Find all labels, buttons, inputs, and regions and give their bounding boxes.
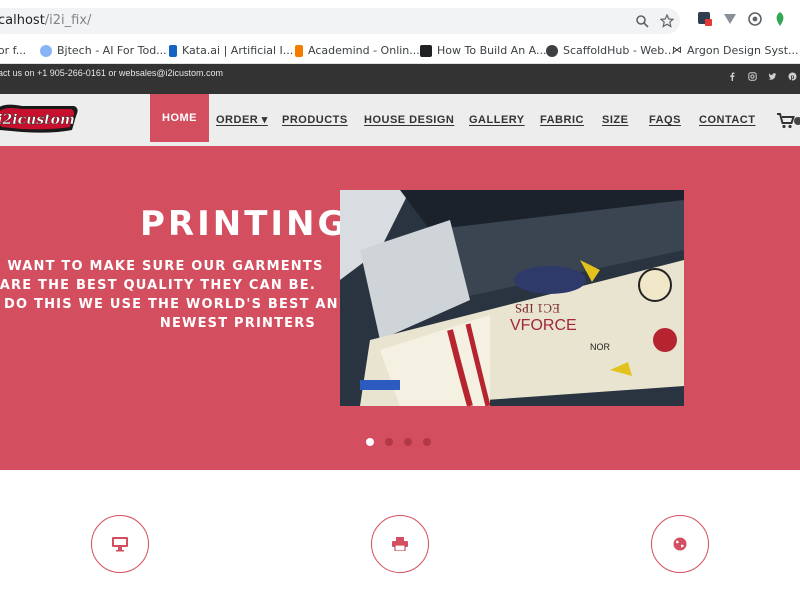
site-logo[interactable]: i2icustom <box>0 100 80 136</box>
nav-products[interactable]: PRODUCTS <box>282 94 348 146</box>
svg-text:i2icustom: i2icustom <box>0 112 75 128</box>
bookmark-item[interactable]: Kata.ai | Artificial I... <box>169 44 293 57</box>
contact-info: act us on +1 905-266-0161 or websales@i2… <box>0 68 224 78</box>
chat-bubble-icon <box>40 44 52 57</box>
slider-dots <box>366 438 431 446</box>
pinterest-icon[interactable]: p <box>788 72 797 81</box>
main-navbar: i2icustom HOME ORDER ▾ PRODUCTS HOUSE DE… <box>0 94 800 146</box>
address-bar[interactable]: calhost/i2i_fix/ <box>0 8 680 34</box>
bookmark-star-icon[interactable] <box>660 14 674 28</box>
nav-home[interactable]: HOME <box>150 94 209 142</box>
bow-tie-icon: ⋈ <box>672 45 682 56</box>
bookmark-item[interactable]: for f... <box>0 44 26 57</box>
slider-dot-3[interactable] <box>404 438 412 446</box>
svg-text:EC1 IPS: EC1 IPS <box>515 301 560 316</box>
cart-icon[interactable] <box>776 112 800 130</box>
profile-icon[interactable] <box>772 11 788 27</box>
bookmark-item[interactable]: Academind - Onlin... <box>295 44 420 57</box>
nav-order[interactable]: ORDER ▾ <box>216 94 268 146</box>
bookmark-ribbon-icon <box>295 44 303 57</box>
feature-printer[interactable] <box>371 515 429 573</box>
twitter-icon[interactable] <box>768 72 777 81</box>
globe-icon <box>673 537 687 551</box>
search-icon[interactable] <box>635 14 649 28</box>
bookmark-item[interactable]: Bjtech - AI For Tod... <box>40 44 167 57</box>
nav-fabric[interactable]: FABRIC <box>540 94 584 146</box>
bookmark-item[interactable]: How To Build An A... <box>420 44 547 57</box>
chromium-icon[interactable] <box>747 11 763 27</box>
extension-icon[interactable] <box>697 11 713 27</box>
monitor-icon <box>112 537 128 552</box>
nav-faqs[interactable]: FAQS <box>649 94 681 146</box>
slider-dot-2[interactable] <box>385 438 393 446</box>
bookmark-item[interactable]: ScaffoldHub - Web... <box>546 44 675 57</box>
slider-dot-4[interactable] <box>423 438 431 446</box>
site-logo-icon <box>420 44 432 57</box>
printer-photo: EC1 IPS VFORCE NOR <box>340 190 684 406</box>
feature-monitor[interactable] <box>91 515 149 573</box>
nav-gallery[interactable]: GALLERY <box>469 94 525 146</box>
nav-size[interactable]: SIZE <box>602 94 628 146</box>
hero-slider: PRINTING WE WANT TO MAKE SURE OUR GARMEN… <box>0 146 800 470</box>
nav-house-design[interactable]: HOUSE DESIGN <box>364 94 454 146</box>
hero-title: PRINTING <box>140 204 349 244</box>
kata-logo-icon <box>169 44 177 57</box>
contact-topbar: act us on +1 905-266-0161 or websales@i2… <box>0 64 800 94</box>
facebook-icon[interactable] <box>728 72 737 81</box>
url-text[interactable]: calhost/i2i_fix/ <box>0 13 91 28</box>
bookmark-item[interactable]: ⋈ Argon Design Syst... <box>672 44 799 57</box>
svg-text:NOR: NOR <box>590 342 611 352</box>
hero-description: WE WANT TO MAKE SURE OUR GARMENTS ARE TH… <box>0 259 351 331</box>
vue-devtools-icon[interactable] <box>722 11 738 27</box>
svg-text:p: p <box>791 75 795 81</box>
github-icon <box>546 44 558 57</box>
printer-icon <box>392 537 408 551</box>
slider-dot-1[interactable] <box>366 438 374 446</box>
browser-toolbar: calhost/i2i_fix/ <box>0 0 800 40</box>
nav-contact[interactable]: CONTACT <box>699 94 755 146</box>
instagram-icon[interactable] <box>748 72 757 81</box>
bookmarks-bar: for f... Bjtech - AI For Tod... Kata.ai … <box>0 40 800 64</box>
svg-text:VFORCE: VFORCE <box>510 317 577 334</box>
feature-globe[interactable] <box>651 515 709 573</box>
